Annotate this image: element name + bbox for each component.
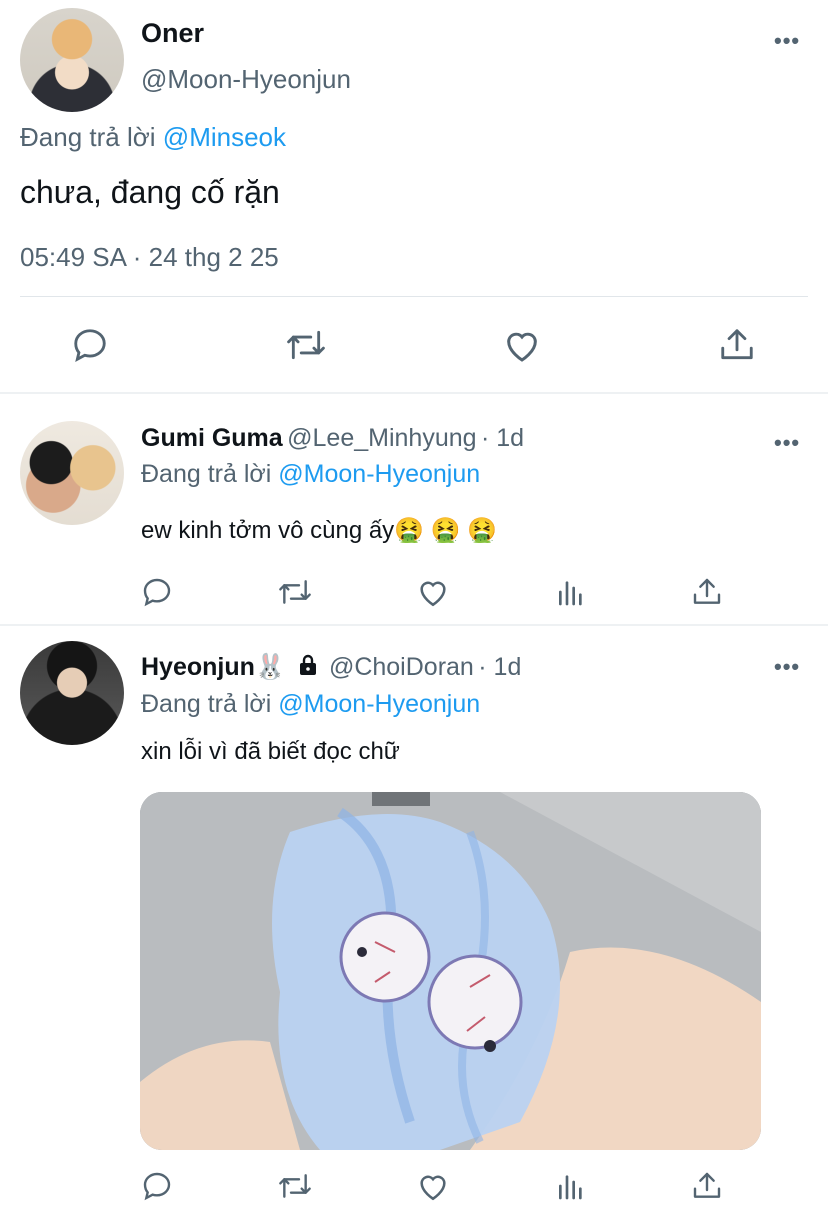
display-name[interactable]: Hyeonjun🐰 bbox=[141, 653, 286, 681]
reply-context: Đang trả lời @Moon-Hyeonjun bbox=[141, 690, 480, 719]
separator bbox=[0, 392, 828, 394]
reply-prefix: Đang trả lời bbox=[141, 690, 272, 718]
reply-context: Đang trả lời @Minseok bbox=[20, 122, 286, 153]
share-icon[interactable] bbox=[718, 326, 756, 364]
avatar[interactable] bbox=[20, 641, 124, 745]
reply-header: Gumi Guma @Lee_Minhyung · 1d bbox=[141, 424, 524, 453]
handle[interactable]: @Moon-Hyeonjun bbox=[141, 64, 351, 95]
reply-icon[interactable] bbox=[141, 1170, 173, 1202]
separator bbox=[0, 624, 828, 626]
like-icon[interactable] bbox=[416, 1170, 450, 1202]
more-icon[interactable]: ••• bbox=[774, 656, 800, 678]
timestamp[interactable]: 05:49 SA · 24 thg 2 25 bbox=[20, 242, 279, 273]
reply-prefix: Đang trả lời bbox=[20, 122, 156, 152]
tweet-text: chưa, đang cố rặn bbox=[20, 174, 280, 210]
retweet-icon[interactable] bbox=[285, 326, 327, 364]
display-name[interactable]: Gumi Guma bbox=[141, 424, 283, 452]
more-icon[interactable]: ••• bbox=[774, 30, 800, 52]
handle[interactable]: @Lee_Minhyung bbox=[287, 424, 476, 452]
divider bbox=[20, 296, 808, 297]
like-icon[interactable] bbox=[502, 326, 542, 364]
retweet-icon[interactable] bbox=[277, 1170, 313, 1202]
avatar[interactable] bbox=[20, 8, 124, 112]
like-icon[interactable] bbox=[416, 576, 450, 608]
tweet-text: ew kinh tởm vô cùng ấy🤮 🤮 🤮 bbox=[141, 517, 498, 544]
handle[interactable]: @ChoiDoran bbox=[329, 653, 474, 681]
reply-icon[interactable] bbox=[71, 326, 109, 364]
views-icon[interactable] bbox=[555, 1170, 587, 1202]
reply-icon[interactable] bbox=[141, 576, 173, 608]
post-age[interactable]: · 1d bbox=[481, 424, 524, 452]
avatar[interactable] bbox=[20, 421, 124, 525]
reply-context: Đang trả lời @Moon-Hyeonjun bbox=[141, 460, 480, 489]
media-image[interactable] bbox=[140, 792, 761, 1150]
post-age[interactable]: · 1d bbox=[478, 653, 521, 681]
share-icon[interactable] bbox=[691, 576, 723, 608]
display-name[interactable]: Oner bbox=[141, 18, 204, 49]
tweet-text: xin lỗi vì đã biết đọc chữ bbox=[141, 738, 400, 765]
more-icon[interactable]: ••• bbox=[774, 432, 800, 454]
retweet-icon[interactable] bbox=[277, 576, 313, 608]
reply-to-link[interactable]: @Moon-Hyeonjun bbox=[278, 690, 480, 718]
reply-to-link[interactable]: @Moon-Hyeonjun bbox=[278, 460, 480, 488]
reply-header: Hyeonjun🐰 @ChoiDoran · 1d bbox=[141, 653, 521, 682]
lock-icon bbox=[296, 653, 320, 677]
views-icon[interactable] bbox=[555, 576, 587, 608]
reply-prefix: Đang trả lời bbox=[141, 460, 272, 488]
share-icon[interactable] bbox=[691, 1170, 723, 1202]
reply-to-link[interactable]: @Minseok bbox=[163, 122, 286, 152]
